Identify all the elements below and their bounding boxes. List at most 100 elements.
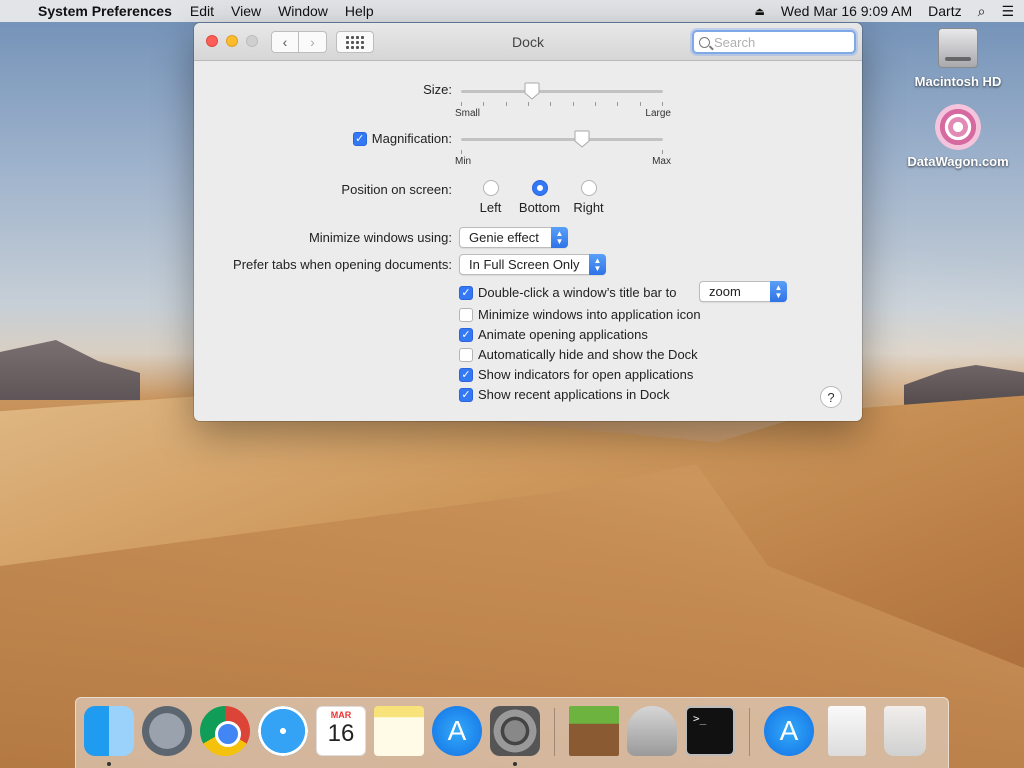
popup-value: In Full Screen Only <box>469 257 580 272</box>
double-click-action-popup[interactable]: zoom ▲ ▼ <box>699 281 787 302</box>
position-option-label: Right <box>573 200 604 215</box>
size-min-label: Small <box>455 108 481 119</box>
menu-bar: System Preferences Edit View Window Help… <box>0 0 1024 22</box>
magnification-label: Magnification: <box>371 131 452 146</box>
search-field[interactable] <box>692 30 856 54</box>
double-click-label: Double-click a window’s title bar to <box>478 285 677 300</box>
running-indicator <box>513 762 517 766</box>
desktop-icon-label: Macintosh HD <box>914 74 1002 89</box>
trash-icon[interactable] <box>884 706 926 756</box>
size-label: Size: <box>423 82 452 97</box>
size-slider[interactable]: Small Large <box>455 82 671 119</box>
animate-opening-checkbox[interactable] <box>459 327 473 342</box>
minimize-effect-popup[interactable]: Genie effect ▲ ▼ <box>459 227 568 248</box>
notes-icon[interactable] <box>374 706 424 756</box>
safari-icon[interactable] <box>258 706 308 756</box>
grid-icon <box>346 35 364 49</box>
magnification-slider[interactable]: Min Max <box>455 130 671 167</box>
desktop-icon-macintosh-hd[interactable]: Macintosh HD <box>898 28 1018 89</box>
help-button[interactable]: ? <box>820 386 842 408</box>
menu-help[interactable]: Help <box>345 3 374 19</box>
position-left-option[interactable]: Left <box>466 180 515 215</box>
checkbox-label: Show recent applications in Dock <box>478 387 670 402</box>
position-right-option[interactable]: Right <box>564 180 613 215</box>
position-left-radio[interactable] <box>482 180 499 196</box>
terminal-prompt: >_ <box>693 712 707 725</box>
size-max-label: Large <box>645 108 671 119</box>
finder-icon[interactable] <box>84 706 134 766</box>
notification-center-icon[interactable]: ☰ <box>1001 3 1014 20</box>
show-indicators-checkbox[interactable] <box>459 367 473 382</box>
calendar-day: 16 <box>327 720 355 747</box>
position-option-label: Left <box>479 200 502 215</box>
popup-arrows-icon: ▲ ▼ <box>770 281 787 302</box>
show-recent-apps-option: Show recent applications in Dock <box>459 387 670 402</box>
autohide-dock-checkbox[interactable] <box>459 347 473 362</box>
minimize-into-icon-option: Minimize windows into application icon <box>459 307 701 322</box>
close-window-button[interactable] <box>206 35 218 47</box>
slider-track <box>461 90 663 93</box>
calendar-month: MAR <box>330 710 352 720</box>
wallpaper-mountain-left <box>0 340 140 400</box>
search-input[interactable] <box>714 34 844 50</box>
slider-ticks <box>461 150 663 154</box>
app-store-icon[interactable]: A <box>432 706 482 756</box>
desktop-icon-datawagon[interactable]: DataWagon.com <box>898 104 1018 169</box>
prefer-tabs-popup[interactable]: In Full Screen Only ▲ ▼ <box>459 254 606 275</box>
position-radio-group: Left Bottom Right <box>466 180 613 215</box>
menu-window[interactable]: Window <box>278 3 328 19</box>
minimize-into-icon-checkbox[interactable] <box>459 307 473 322</box>
menu-edit[interactable]: Edit <box>190 3 214 19</box>
magnification-max-label: Max <box>652 156 671 167</box>
position-option-label: Bottom <box>518 200 561 215</box>
back-button[interactable]: ‹ <box>271 31 299 53</box>
show-all-button[interactable] <box>336 31 374 53</box>
position-bottom-radio[interactable] <box>531 180 548 196</box>
checkbox-label: Animate opening applications <box>478 327 648 342</box>
checkbox-label: Show indicators for open applications <box>478 367 694 382</box>
app-store-downloads-icon[interactable]: A <box>764 706 814 756</box>
zoom-window-button[interactable] <box>246 35 258 47</box>
slider-thumb[interactable] <box>574 130 590 148</box>
installer-icon[interactable] <box>627 706 677 756</box>
minimize-using-label: Minimize windows using: <box>308 230 452 245</box>
menu-clock[interactable]: Wed Mar 16 9:09 AM <box>781 3 912 19</box>
slider-track <box>461 138 663 141</box>
magnification-option: Magnification: <box>352 131 452 146</box>
minimize-window-button[interactable] <box>226 35 238 47</box>
calendar-icon[interactable]: MAR 16 <box>316 706 366 756</box>
window-titlebar[interactable]: ‹ › Dock <box>194 23 862 61</box>
dock-separator <box>749 708 750 756</box>
system-preferences-icon[interactable] <box>490 706 540 766</box>
menu-user[interactable]: Dartz <box>928 3 961 19</box>
menu-view[interactable]: View <box>231 3 261 19</box>
show-recent-apps-checkbox[interactable] <box>459 387 473 402</box>
document-stack-icon[interactable] <box>828 706 866 756</box>
checkbox-label: Minimize windows into application icon <box>478 307 701 322</box>
slider-ticks <box>461 102 663 106</box>
position-label: Position on screen: <box>341 182 452 197</box>
checkbox-label: Automatically hide and show the Dock <box>478 347 698 362</box>
autohide-dock-option: Automatically hide and show the Dock <box>459 347 698 362</box>
launchpad-icon[interactable] <box>142 706 192 756</box>
terminal-icon[interactable]: >_ <box>685 706 735 756</box>
chrome-icon[interactable] <box>200 706 250 756</box>
position-bottom-option[interactable]: Bottom <box>515 180 564 215</box>
slider-thumb[interactable] <box>524 82 540 100</box>
dock-separator <box>554 708 555 756</box>
navigation-buttons: ‹ › <box>271 31 327 53</box>
popup-value: Genie effect <box>469 230 539 245</box>
position-right-radio[interactable] <box>580 180 597 196</box>
magnification-checkbox[interactable] <box>352 131 367 146</box>
hard-drive-icon <box>938 28 978 68</box>
datawagon-logo-icon <box>935 104 981 150</box>
menu-app-name[interactable]: System Preferences <box>38 3 172 19</box>
double-click-checkbox[interactable] <box>459 285 473 300</box>
popup-value: zoom <box>709 284 741 299</box>
magnification-min-label: Min <box>455 156 472 167</box>
minecraft-icon[interactable] <box>569 706 619 756</box>
spotlight-search-icon[interactable]: ⌕ <box>978 3 986 20</box>
chevron-right-icon: › <box>310 34 315 50</box>
eject-icon[interactable]: ⏏ <box>754 5 764 18</box>
forward-button[interactable]: › <box>299 31 327 53</box>
